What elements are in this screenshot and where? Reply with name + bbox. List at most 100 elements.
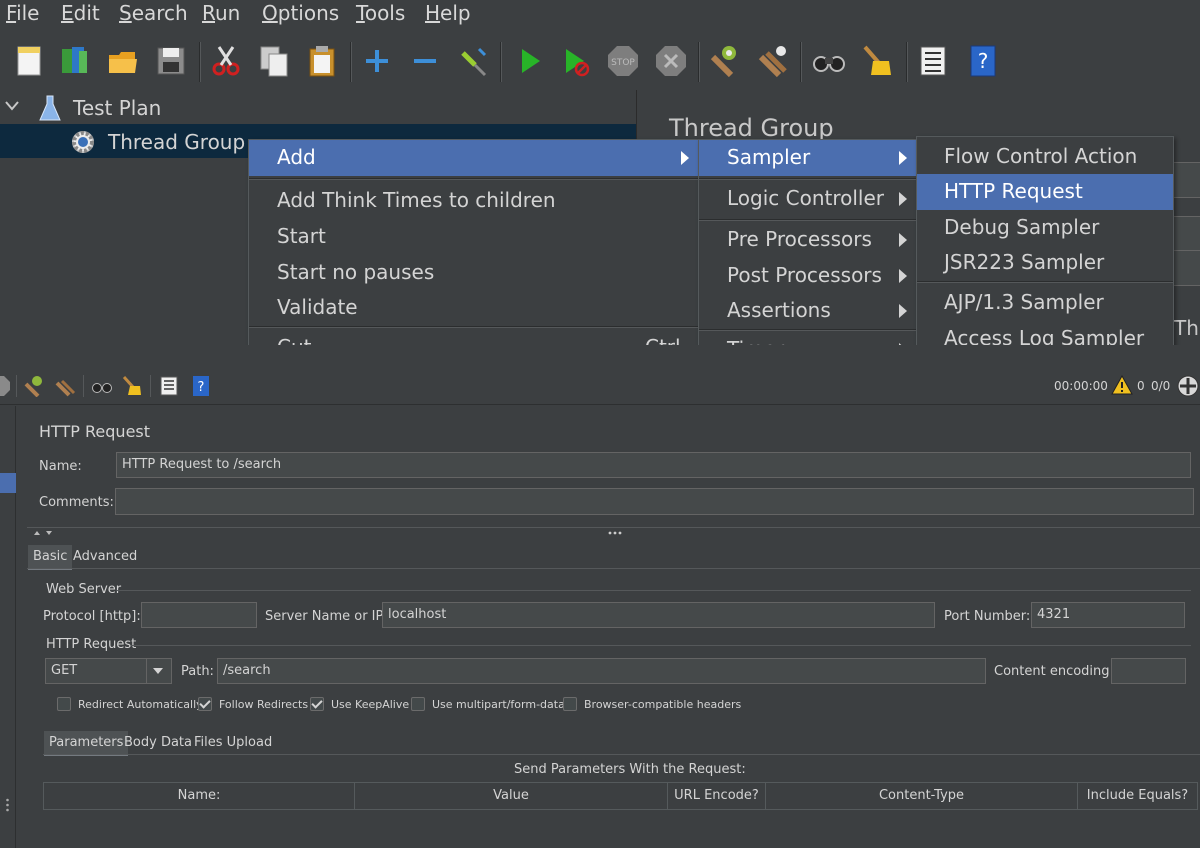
http-request-group-label: HTTP Request [46, 637, 137, 652]
warning-count: 0 [1137, 379, 1145, 393]
column-header-include-equals[interactable]: Include Equals? [1078, 783, 1197, 809]
search-icon[interactable] [90, 373, 114, 399]
reset-search-icon[interactable] [120, 373, 144, 399]
protocol-label: Protocol [http]: [43, 609, 141, 624]
reset-search-icon[interactable] [858, 40, 896, 82]
tree-selection[interactable] [0, 473, 16, 493]
menu-help[interactable]: Help [425, 1, 471, 25]
menu-item-access-log-sampler[interactable]: Access Log Sampler [917, 321, 1173, 345]
menu-item-start-no-pauses[interactable]: Start no pauses [249, 255, 699, 291]
menu-item-start[interactable]: Start [249, 219, 699, 255]
menu-item-validate[interactable]: Validate [249, 290, 699, 326]
column-header-value[interactable]: Value [355, 783, 668, 809]
help-icon[interactable]: ? [964, 40, 1002, 82]
checkbox-label: Browser-compatible headers [584, 698, 742, 711]
function-helper-icon[interactable] [157, 373, 181, 399]
name-label: Name: [39, 459, 82, 474]
save-icon[interactable] [152, 40, 190, 82]
tab-basic[interactable]: Basic [28, 545, 73, 570]
checkbox-label: Use KeepAlive [331, 698, 410, 711]
collapse-arrows-icon[interactable] [32, 529, 56, 537]
menu-item-ajp-sampler[interactable]: AJP/1.3 Sampler [917, 285, 1173, 321]
menu-options[interactable]: Options [262, 1, 339, 25]
menu-item-sampler[interactable]: Sampler [699, 140, 917, 176]
paste-icon[interactable] [303, 40, 341, 82]
menu-item-cut[interactable]: CutCtrl-X [249, 330, 699, 345]
menu-item-debug-sampler[interactable]: Debug Sampler [917, 210, 1173, 246]
checkbox-label: Use multipart/form-data [432, 698, 565, 711]
partial-field[interactable] [1172, 250, 1200, 286]
toolbar-separator [350, 42, 352, 82]
menu-item-flow-control-action[interactable]: Flow Control Action [917, 139, 1173, 175]
collapse-icon[interactable] [406, 40, 444, 82]
cut-icon[interactable] [207, 40, 245, 82]
menu-run[interactable]: Run [202, 1, 240, 25]
menu-search[interactable]: Search [119, 1, 188, 25]
start-icon[interactable] [510, 40, 548, 82]
menu-item-add-think-times[interactable]: Add Think Times to children [249, 183, 699, 219]
chevron-down-icon[interactable] [5, 101, 19, 111]
menu-item-timer[interactable]: Timer [699, 332, 917, 345]
protocol-field[interactable] [141, 602, 257, 628]
menu-item-pre-processors[interactable]: Pre Processors [699, 222, 917, 258]
menu-file[interactable]: File [6, 1, 39, 25]
tab-advanced[interactable]: Advanced [68, 545, 142, 568]
open-icon[interactable] [104, 40, 142, 82]
clear-all-icon[interactable] [754, 40, 792, 82]
clear-icon[interactable] [22, 373, 46, 399]
stop-icon[interactable]: STOP [604, 40, 642, 82]
search-icon[interactable] [810, 40, 848, 82]
menu-item-add[interactable]: Add [249, 140, 699, 176]
port-number-field[interactable]: 4321 [1031, 602, 1185, 628]
partial-field[interactable] [1172, 162, 1200, 198]
content-encoding-field[interactable] [1111, 658, 1186, 684]
gear-icon [72, 131, 94, 153]
toolbar-separator [906, 42, 908, 82]
expand-icon[interactable] [358, 40, 396, 82]
menu-item-jsr223-sampler[interactable]: JSR223 Sampler [917, 245, 1173, 281]
function-helper-icon[interactable] [914, 40, 952, 82]
help-icon[interactable]: ? [189, 373, 213, 399]
menu-item-logic-controller[interactable]: Logic Controller [699, 181, 917, 217]
tab-parameters[interactable]: Parameters [44, 731, 129, 756]
follow-redirects-checkbox[interactable] [198, 697, 212, 711]
tab-underline [43, 754, 1200, 755]
name-field[interactable]: HTTP Request to /search [116, 452, 1191, 478]
tab-body-data[interactable]: Body Data [119, 731, 197, 754]
column-header-url-encode[interactable]: URL Encode? [668, 783, 766, 809]
copy-icon[interactable] [255, 40, 293, 82]
menu-edit[interactable]: Edit [61, 1, 100, 25]
drag-handle-icon[interactable] [6, 798, 9, 812]
tree-node-test-plan[interactable]: Test Plan [0, 90, 636, 124]
templates-icon[interactable] [56, 40, 94, 82]
menu-item-assertions[interactable]: Assertions [699, 293, 917, 329]
path-field[interactable]: /search [217, 658, 986, 684]
toggle-icon[interactable] [454, 40, 492, 82]
path-label: Path: [181, 664, 214, 679]
clear-icon[interactable] [706, 40, 744, 82]
comments-field[interactable] [115, 488, 1194, 515]
use-multipart-checkbox[interactable] [411, 697, 425, 711]
shutdown-icon[interactable] [0, 373, 12, 399]
tab-files-upload[interactable]: Files Upload [189, 731, 277, 754]
split-handle-icon[interactable] [608, 531, 622, 535]
remote-status-icon[interactable] [1177, 375, 1199, 397]
chevron-down-icon[interactable] [152, 667, 164, 675]
clear-all-icon[interactable] [53, 373, 77, 399]
start-no-pauses-icon[interactable] [556, 40, 594, 82]
flask-icon [39, 95, 61, 121]
menu-tools[interactable]: Tools [356, 1, 405, 25]
shutdown-icon[interactable] [652, 40, 690, 82]
warning-icon[interactable] [1111, 375, 1133, 395]
column-header-name[interactable]: Name: [44, 783, 355, 809]
browser-compatible-headers-checkbox[interactable] [563, 697, 577, 711]
column-header-content-type[interactable]: Content-Type [766, 783, 1078, 809]
menu-item-http-request[interactable]: HTTP Request [917, 174, 1173, 210]
parameters-caption: Send Parameters With the Request: [514, 762, 746, 777]
use-keepalive-checkbox[interactable] [310, 697, 324, 711]
server-name-field[interactable]: localhost [382, 602, 935, 628]
new-icon[interactable] [10, 40, 48, 82]
menu-item-post-processors[interactable]: Post Processors [699, 258, 917, 294]
redirect-automatically-checkbox[interactable] [57, 697, 71, 711]
partial-field[interactable] [1172, 216, 1200, 252]
